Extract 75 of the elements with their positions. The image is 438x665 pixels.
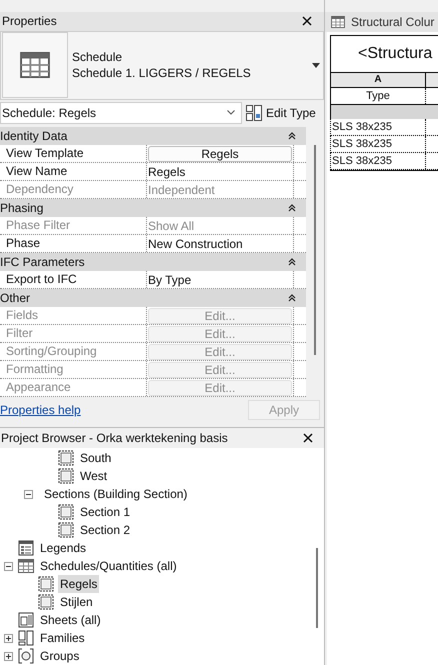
tree-item[interactable]: Section 1 [78,503,132,521]
view-icon [58,522,74,538]
property-label: Appearance [0,379,147,396]
collapse-icon[interactable] [288,258,296,266]
tree-item[interactable]: South [78,449,114,467]
panel-title: Properties [2,13,57,30]
property-label: Formatting [0,361,147,378]
caret-icon [312,62,320,68]
group-header[interactable]: Identity Data [0,127,306,146]
property-value[interactable]: New Construction [148,234,243,253]
view-icon [38,594,54,610]
tree-item[interactable]: Sections (Building Section) [42,485,190,503]
chevron-icon [227,110,235,116]
edit-type-icon [246,104,262,121]
group-header[interactable]: Other [0,289,306,308]
property-value[interactable]: By Type [148,270,192,289]
scrollbar-thumb[interactable] [314,145,316,356]
group-title: Phasing [0,200,44,218]
property-label: Filter [0,325,147,342]
table-cell: SLS 38x235 [331,119,426,135]
column-header: Type [331,88,426,104]
group-title: IFC Parameters [0,254,85,272]
collapse-icon[interactable] [4,562,13,570]
table-icon [18,559,34,573]
tree-item[interactable]: Sheets (all) [38,611,103,629]
group-title: Other [0,290,30,308]
tree-item[interactable]: West [78,467,110,485]
collapse-icon[interactable] [288,204,296,212]
property-label: Dependency [0,181,147,198]
expand-icon[interactable] [4,634,13,642]
scrollbar-thumb[interactable] [316,548,318,628]
instance-dropdown[interactable]: Schedule: Regels [0,102,242,124]
property-label: Phase Filter [0,217,147,234]
property-label: Phase [0,235,147,252]
legend-icon [18,540,34,556]
table-cell: SLS 38x235 [331,153,426,169]
column-letter: A [331,73,426,87]
table-cell: SLS 38x235 [331,136,426,152]
schedule-icon [19,52,51,78]
value-button[interactable]: Regels [148,146,292,162]
property-label: Fields [0,307,147,324]
tree-item[interactable]: Section 2 [78,521,132,539]
view-icon [58,468,74,484]
group-header[interactable]: Phasing [0,199,306,218]
tree-item[interactable]: Stijlen [58,593,95,611]
group-icon [18,648,34,664]
help-link[interactable]: Properties help [0,400,81,419]
view-icon [58,504,74,520]
table-icon [331,16,345,28]
property-label: Sorting/Grouping [0,343,147,360]
tree-item[interactable]: Regels [58,575,100,593]
property-value[interactable]: Regels [148,162,186,181]
sheet-icon [18,612,34,628]
type-category: Schedule [72,49,124,66]
panel-title: Project Browser - Orka werktekening basis [1,430,228,448]
tree-item[interactable]: Legends [38,539,88,557]
collapse-icon[interactable] [288,132,296,140]
view-icon [38,576,54,592]
property-label: Export to IFC [0,271,147,288]
edit-type-button[interactable]: Edit Type [246,104,316,122]
collapse-icon[interactable] [24,490,33,498]
tree-item[interactable]: Schedules/Quantities (all) [38,557,179,575]
tree-item[interactable]: Families [38,629,87,647]
property-label: View Name [0,163,147,180]
type-name: Schedule 1. LIGGERS / REGELS [72,65,252,82]
family-icon [18,630,34,646]
expand-icon[interactable] [4,652,13,660]
tree-item[interactable]: Groups [38,647,82,665]
view-tab[interactable]: Structural Colur [325,12,438,32]
group-title: Identity Data [0,128,68,146]
type-selector[interactable]: Schedule Schedule 1. LIGGERS / REGELS [0,31,324,100]
header-cell [426,73,438,87]
group-header[interactable]: IFC Parameters [0,253,306,272]
property-label: View Template [0,145,147,162]
collapse-icon[interactable] [288,294,296,302]
